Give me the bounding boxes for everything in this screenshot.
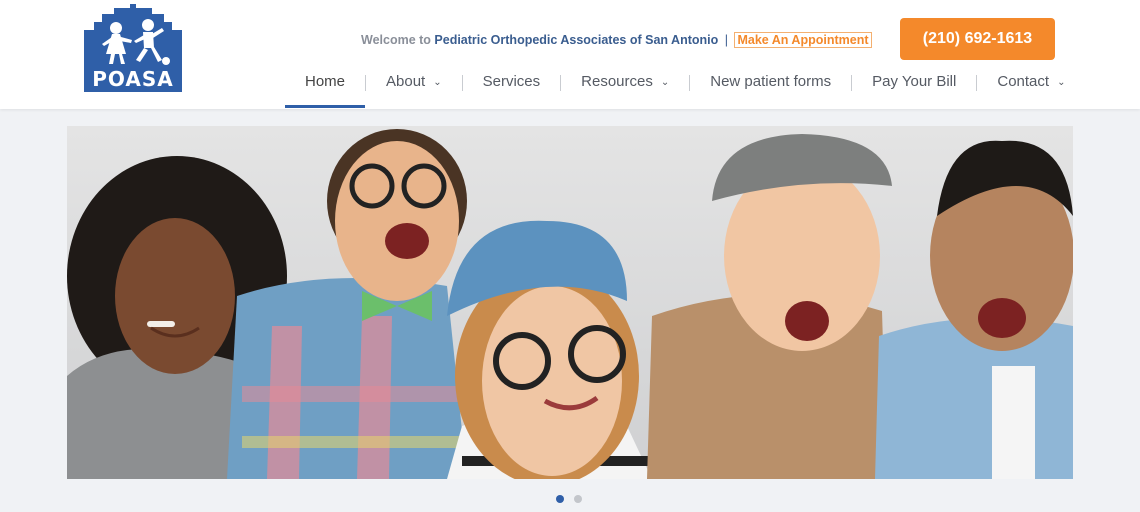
- nav-item-about[interactable]: About ⌄: [366, 68, 462, 108]
- separator: |: [724, 33, 728, 47]
- logo[interactable]: POASA: [84, 4, 182, 92]
- nav-item-contact[interactable]: Contact ⌄: [977, 68, 1085, 108]
- nav-item-label: Resources: [581, 73, 653, 90]
- site-header: POASA Welcome to Pediatric Orthopedic As…: [0, 0, 1140, 109]
- nav-item-label: Home: [305, 73, 346, 90]
- nav-item-label: New patient forms: [710, 73, 832, 90]
- chevron-down-icon: ⌄: [1057, 77, 1066, 88]
- nav-item-label: Contact: [997, 73, 1050, 90]
- nav-item-services[interactable]: Services: [463, 68, 561, 108]
- nav-item-new-patient-forms[interactable]: New patient forms: [690, 68, 851, 108]
- make-appointment-link[interactable]: Make An Appointment: [734, 32, 872, 48]
- logo-text: POASA: [84, 67, 182, 92]
- main-nav: Home About ⌄ Services Resources ⌄ New pati…: [285, 68, 1085, 108]
- welcome-prefix: Welcome to: [361, 33, 431, 47]
- chevron-down-icon: ⌄: [433, 77, 442, 88]
- nav-item-home[interactable]: Home: [285, 68, 366, 108]
- nav-item-resources[interactable]: Resources ⌄: [561, 68, 689, 108]
- slider-dots: [556, 495, 582, 503]
- welcome-line: Welcome to Pediatric Orthopedic Associat…: [361, 32, 872, 48]
- nav-item-label: Pay Your Bill: [872, 73, 957, 90]
- nav-item-label: Services: [482, 73, 541, 90]
- chevron-down-icon: ⌄: [660, 77, 670, 88]
- phone-button[interactable]: (210) 692-1613: [900, 18, 1055, 60]
- five-smiling-children-photo: [67, 126, 1073, 479]
- nav-item-pay-your-bill[interactable]: Pay Your Bill: [852, 68, 976, 108]
- hero-slider-image[interactable]: [67, 126, 1073, 479]
- org-name: Pediatric Orthopedic Associates of San A…: [434, 33, 719, 47]
- slider-dot-1[interactable]: [556, 495, 564, 503]
- slider-dot-2[interactable]: [574, 495, 582, 503]
- nav-item-label: About: [386, 73, 426, 90]
